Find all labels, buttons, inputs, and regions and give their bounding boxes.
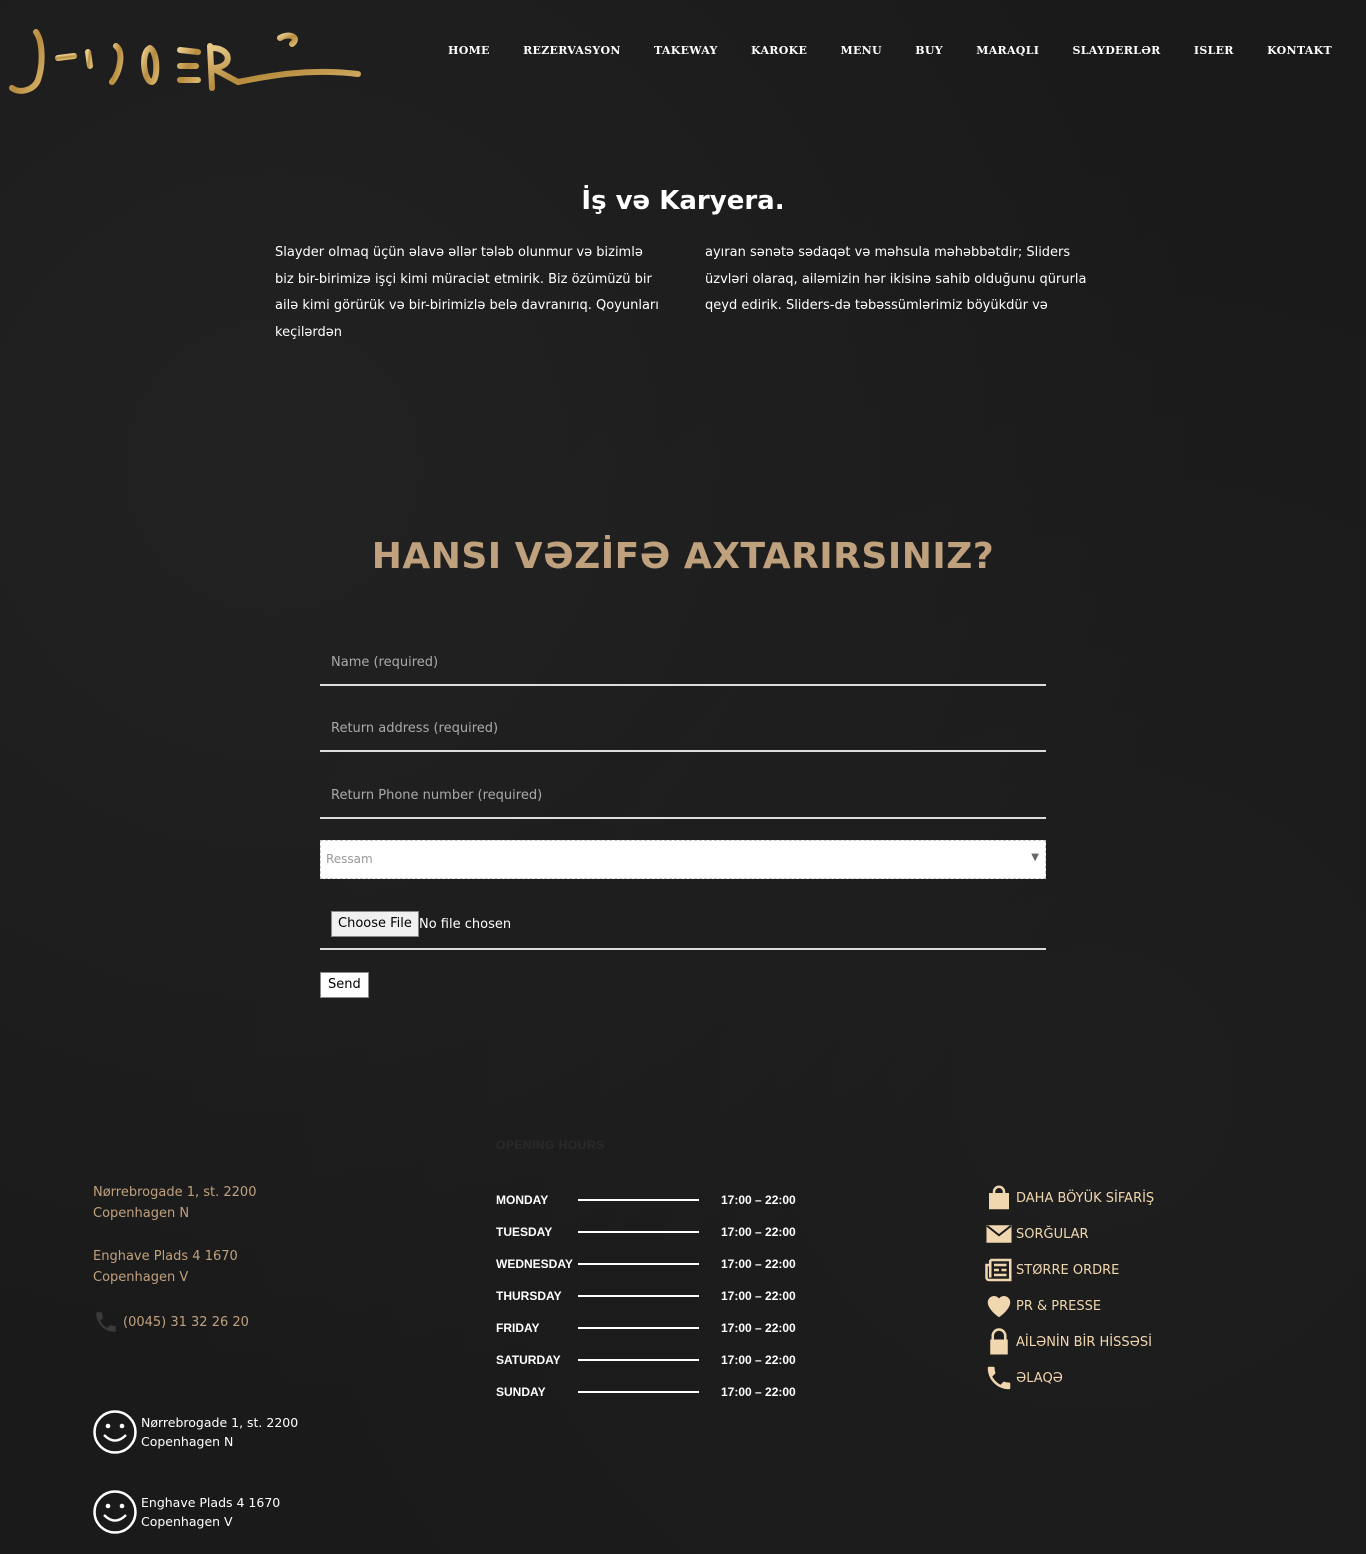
link-bigger-order[interactable]: DAHA BÖYÜK SİFARİŞ — [984, 1180, 1154, 1216]
hours-day: FRIDAY — [496, 1321, 540, 1335]
nav-rezervasyon[interactable]: REZERVASYON — [515, 44, 629, 57]
address1-line2: Copenhagen N — [93, 1206, 190, 1221]
nav-buy[interactable]: BUY — [907, 44, 951, 57]
hours-time: 17:00 – 22:00 — [721, 1225, 796, 1239]
hours-time: 17:00 – 22:00 — [721, 1289, 796, 1303]
intro-col-1: Slayder olmaq üçün əlavə əllər tələb olu… — [275, 245, 659, 340]
hours-row: SATURDAY 17:00 – 22:00 — [496, 1344, 816, 1376]
hours-day: THURSDAY — [496, 1289, 562, 1303]
hours-row: TUESDAY 17:00 – 22:00 — [496, 1216, 816, 1248]
career-intro: Slayder olmaq üçün əlavə əllər tələb olu… — [275, 240, 1095, 346]
position-selected-value: Ressam — [326, 852, 373, 866]
link-part-of-family[interactable]: AİLƏNİN BİR HİSSƏSİ — [984, 1324, 1154, 1360]
hours-divider — [578, 1327, 699, 1329]
lock-icon — [990, 1328, 1008, 1355]
phone-icon — [96, 1312, 116, 1332]
location1-line1: Nørrebrogade 1, st. 2200 — [141, 1415, 299, 1430]
sliders-logo[interactable] — [8, 22, 363, 100]
intro-col-2: ayıran sənətə sədaqət və məhsula məhəbbə… — [705, 245, 1087, 313]
link-inquiries[interactable]: SORĞULAR — [984, 1216, 1154, 1252]
opening-hours-table: MONDAY 17:00 – 22:00 TUESDAY 17:00 – 22:00… — [496, 1184, 816, 1408]
hours-time: 17:00 – 22:00 — [721, 1257, 796, 1271]
name-input[interactable] — [320, 640, 1046, 684]
heart-icon — [987, 1296, 1011, 1318]
link-pr-presse[interactable]: PR & PRESSE — [984, 1288, 1154, 1324]
link-label: SORĞULAR — [1016, 1226, 1089, 1242]
hours-divider — [578, 1391, 699, 1393]
nav-kontakt[interactable]: KONTAKT — [1259, 44, 1340, 57]
hours-row: MONDAY 17:00 – 22:00 — [496, 1184, 816, 1216]
link-label: DAHA BÖYÜK SİFARİŞ — [1016, 1190, 1155, 1206]
hours-day: TUESDAY — [496, 1225, 553, 1239]
hours-divider — [578, 1295, 699, 1297]
send-button[interactable]: Send — [320, 972, 369, 998]
link-label: PR & PRESSE — [1016, 1298, 1102, 1314]
link-label: ƏLAQƏ — [1016, 1370, 1063, 1386]
phone-icon — [987, 1366, 1011, 1390]
opening-hours-title: OPENING HOURS — [496, 1138, 605, 1152]
location2-line1: Enghave Plads 4 1670 — [141, 1495, 281, 1510]
hours-divider — [578, 1263, 699, 1265]
address-field — [320, 706, 1046, 752]
hours-row: WEDNESDAY 17:00 – 22:00 — [496, 1248, 816, 1280]
footer-phone[interactable]: (0045) 31 32 26 20 — [93, 1308, 249, 1336]
nav-karoke[interactable]: KAROKE — [743, 44, 815, 57]
phone-field — [320, 773, 1046, 819]
address2-line2: Copenhagen V — [93, 1270, 189, 1285]
link-contact[interactable]: ƏLAQƏ — [984, 1360, 1154, 1396]
address-input[interactable] — [320, 706, 1046, 750]
hours-time: 17:00 – 22:00 — [721, 1193, 796, 1207]
file-upload: Choose File No file chosen — [320, 900, 1046, 950]
smiley-icon — [93, 1410, 137, 1454]
address1-line1: Nørrebrogade 1, st. 2200 — [93, 1185, 257, 1200]
footer-links: DAHA BÖYÜK SİFARİŞ SORĞULAR STØRRE ORDRE… — [984, 1180, 1154, 1396]
envelope-icon — [986, 1225, 1012, 1243]
form-title: HANSI VƏZİFƏ AXTARIRSINIZ? — [371, 536, 995, 577]
smiley-icon — [93, 1490, 137, 1534]
file-status: No file chosen — [419, 917, 512, 932]
nav-maraqli[interactable]: MARAQLI — [968, 44, 1047, 57]
phone-input[interactable] — [320, 773, 1046, 817]
link-label: AİLƏNİN BİR HİSSƏSİ — [1016, 1334, 1152, 1350]
choose-file-button[interactable]: Choose File — [331, 911, 419, 937]
newspaper-icon — [985, 1258, 1012, 1282]
location1-line2: Copenhagen N — [141, 1434, 234, 1449]
page-title: İş və Karyera. — [581, 186, 785, 216]
nav-menu[interactable]: MENU — [832, 44, 889, 57]
nav-slayderler[interactable]: SLAYDERLƏR — [1065, 44, 1169, 57]
name-field — [320, 640, 1046, 686]
shopping-bag-icon — [989, 1185, 1009, 1210]
position-select[interactable]: Ressam ▼ — [320, 840, 1046, 879]
hours-day: MONDAY — [496, 1193, 549, 1207]
hours-divider — [578, 1231, 699, 1233]
location-2: Enghave Plads 4 1670 Copenhagen V — [93, 1488, 280, 1536]
hours-time: 17:00 – 22:00 — [721, 1385, 796, 1399]
hours-time: 17:00 – 22:00 — [721, 1321, 796, 1335]
address-block-2: Enghave Plads 4 1670 Copenhagen V — [93, 1246, 238, 1288]
nav-isler[interactable]: ISLER — [1186, 44, 1242, 57]
hours-divider — [578, 1359, 699, 1361]
nav-takeway[interactable]: TAKEWAY — [646, 44, 726, 57]
hours-divider — [578, 1199, 699, 1201]
hours-row: SUNDAY 17:00 – 22:00 — [496, 1376, 816, 1408]
chevron-down-icon: ▼ — [1031, 852, 1039, 863]
hours-day: WEDNESDAY — [496, 1257, 573, 1271]
hours-day: SATURDAY — [496, 1353, 561, 1367]
location-1: Nørrebrogade 1, st. 2200 Copenhagen N — [93, 1408, 298, 1456]
hours-day: SUNDAY — [496, 1385, 546, 1399]
hours-time: 17:00 – 22:00 — [721, 1353, 796, 1367]
hours-row: THURSDAY 17:00 – 22:00 — [496, 1280, 816, 1312]
address-block-1: Nørrebrogade 1, st. 2200 Copenhagen N — [93, 1182, 256, 1224]
main-nav: HOME REZERVASYON TAKEWAY KAROKE MENU BUY… — [440, 44, 1340, 57]
address2-line1: Enghave Plads 4 1670 — [93, 1249, 238, 1264]
phone-number: (0045) 31 32 26 20 — [123, 1314, 249, 1330]
nav-home[interactable]: HOME — [440, 44, 498, 57]
hours-row: FRIDAY 17:00 – 22:00 — [496, 1312, 816, 1344]
link-label: STØRRE ORDRE — [1016, 1262, 1120, 1278]
link-larger-order[interactable]: STØRRE ORDRE — [984, 1252, 1154, 1288]
location2-line2: Copenhagen V — [141, 1514, 233, 1529]
